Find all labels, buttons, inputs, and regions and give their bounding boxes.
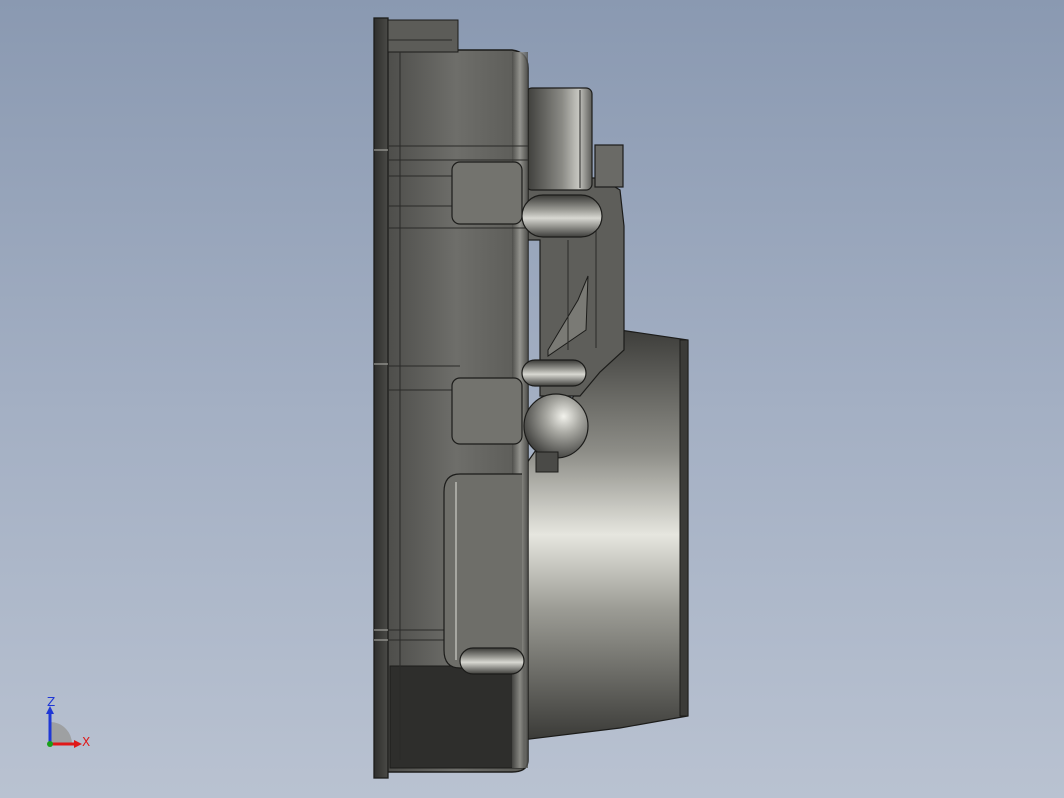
rib-channel-middle	[451, 377, 523, 445]
rib-channel-upper	[451, 161, 523, 225]
axis-triad: Z X	[36, 696, 106, 766]
rod-upper	[521, 194, 603, 238]
bottom-shadow	[389, 665, 525, 769]
conical-boss-rim	[679, 339, 689, 717]
rod-middle	[521, 359, 587, 387]
top-cylinder	[525, 87, 593, 191]
rod-lower	[459, 647, 525, 675]
y-axis-dot	[47, 741, 53, 747]
top-lip	[387, 19, 459, 53]
cad-part-model[interactable]	[0, 0, 1064, 798]
z-axis-label: Z	[47, 695, 56, 709]
ball-boss	[523, 393, 589, 459]
graphics-viewport[interactable]: Z X	[0, 0, 1064, 798]
x-axis-label: X	[82, 735, 91, 749]
top-small-boss	[594, 144, 624, 188]
left-flange	[373, 17, 389, 779]
x-axis-arrow	[74, 740, 82, 748]
